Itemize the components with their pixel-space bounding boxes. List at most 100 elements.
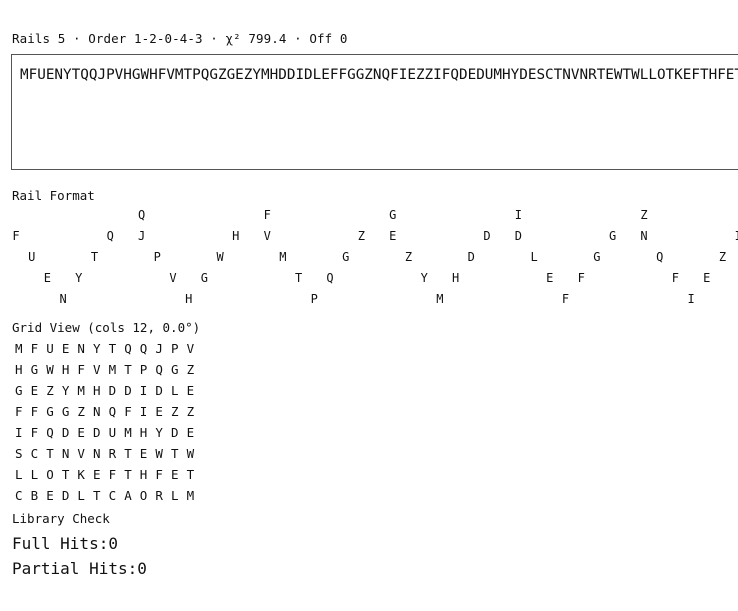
- rail-char: F: [263, 208, 271, 222]
- rail-char: D: [467, 250, 475, 264]
- grid-cell: K: [77, 467, 85, 482]
- rail-char: W: [216, 250, 224, 264]
- grid-cell: P: [139, 362, 148, 377]
- grid-cell: D: [155, 383, 163, 398]
- rail-char: G: [593, 250, 601, 264]
- grid-cell: N: [93, 404, 101, 419]
- rail-char: G: [342, 250, 350, 264]
- grid-cell: Z: [46, 383, 54, 398]
- grid-cell: R: [108, 446, 117, 461]
- grid-cell: W: [46, 362, 54, 377]
- grid-cell: T: [61, 467, 70, 482]
- rail-char: E: [389, 229, 397, 243]
- grid-view-heading: Grid View (cols 12, 0.0°): [12, 320, 201, 335]
- grid-cell: F: [155, 467, 163, 482]
- rail-char: F: [577, 271, 585, 285]
- rail-char: H: [232, 229, 240, 243]
- rail-char: I: [732, 226, 738, 247]
- rail-char: H: [185, 292, 193, 306]
- grid-cell: E: [186, 383, 195, 398]
- grid-cell: O: [139, 488, 148, 503]
- grid-cell: D: [61, 488, 70, 503]
- grid-cell: Z: [186, 362, 195, 377]
- rail-char: E: [703, 271, 711, 285]
- rail-char: I: [687, 292, 695, 306]
- grid-cell: T: [124, 467, 132, 482]
- rail-char: M: [436, 292, 444, 306]
- grid-cell: E: [139, 446, 148, 461]
- grid-cell: U: [108, 425, 117, 440]
- grid-row: LLOTKEFTHFET: [11, 464, 198, 485]
- rail-char: V: [263, 229, 271, 243]
- grid-cell: T: [170, 446, 179, 461]
- grid-cell: C: [30, 446, 39, 461]
- grid-cell: G: [30, 362, 39, 377]
- grid-row: SCTNVNRTEWTW: [11, 443, 198, 464]
- grid-cell: M: [186, 488, 195, 503]
- rail-char: Q: [326, 271, 334, 285]
- rail-char: J: [137, 229, 146, 243]
- grid-cell: E: [93, 467, 101, 482]
- rail-char: D: [514, 229, 522, 243]
- grid-cell: G: [61, 404, 70, 419]
- rail-char: L: [530, 250, 538, 264]
- grid-cell: E: [186, 425, 195, 440]
- rail-char: P: [310, 292, 318, 306]
- grid-cell: T: [124, 446, 132, 461]
- grid-row: IFQDEDUMHYDE: [11, 422, 198, 443]
- grid-cell: H: [139, 425, 148, 440]
- grid-row: FFGGZNQFIEZZ: [11, 401, 198, 422]
- grid-cell: L: [30, 467, 39, 482]
- rail-char: G: [389, 208, 397, 222]
- grid-cell: E: [46, 488, 54, 503]
- grid-cell: D: [124, 383, 132, 398]
- rail-char: M: [279, 250, 287, 264]
- grid-cell: I: [139, 404, 148, 419]
- rail-char: E: [43, 271, 51, 285]
- grid-cell: W: [186, 446, 195, 461]
- rail-char: G: [608, 229, 617, 243]
- grid-cell: S: [15, 446, 23, 461]
- rail-char: E: [546, 271, 554, 285]
- ciphertext-input[interactable]: MFUENYTQQJPVHGWHFVMTPQGZGEZYMHDDIDLEFFGG…: [11, 54, 738, 170]
- grid-cell: E: [155, 404, 163, 419]
- grid-row: CBEDLTCAORLM: [11, 485, 198, 506]
- rail-char: F: [12, 229, 20, 243]
- status-line: Rails 5 · Order 1-2-0-4-3 · χ² 799.4 · O…: [12, 31, 348, 46]
- grid-cell: M: [108, 362, 117, 377]
- grid-cell: H: [93, 383, 101, 398]
- partial-hits-label: Partial Hits:: [12, 559, 138, 578]
- grid-cell: F: [30, 404, 39, 419]
- grid-view: MFUENYTQQJPVHGWHFVMTPQGZGEZYMHDDIDLEFFGG…: [11, 338, 198, 506]
- grid-cell: Q: [124, 341, 132, 356]
- grid-cell: F: [30, 341, 39, 356]
- rail-char: N: [640, 229, 648, 243]
- rail-char: Z: [404, 250, 413, 264]
- grid-cell: U: [46, 341, 54, 356]
- grid-cell: B: [30, 488, 39, 503]
- rail-char: N: [59, 292, 67, 306]
- rail-char: Y: [420, 271, 428, 285]
- grid-cell: Q: [139, 341, 148, 356]
- grid-cell: N: [61, 446, 70, 461]
- grid-cell: M: [124, 425, 132, 440]
- grid-cell: D: [93, 425, 101, 440]
- grid-cell: I: [139, 383, 148, 398]
- grid-cell: L: [77, 488, 85, 503]
- ciphertext-value: MFUENYTQQJPVHGWHFVMTPQGZGEZYMHDDIDLEFFGG…: [20, 67, 738, 83]
- full-hits-label: Full Hits:: [12, 534, 109, 553]
- grid-cell: Y: [155, 425, 163, 440]
- rail-char: Z: [718, 250, 727, 264]
- rail-char: Z: [357, 229, 365, 243]
- rail-char: Z: [640, 208, 648, 222]
- grid-row: GEZYMHDDIDLE: [11, 380, 198, 401]
- grid-cell: E: [77, 425, 85, 440]
- grid-cell: E: [170, 467, 179, 482]
- grid-cell: V: [77, 446, 85, 461]
- grid-cell: M: [15, 341, 23, 356]
- rail-char: Q: [137, 208, 146, 222]
- grid-cell: J: [155, 341, 163, 356]
- grid-cell: D: [108, 383, 117, 398]
- grid-cell: C: [108, 488, 117, 503]
- rail-format-heading: Rail Format: [12, 188, 95, 203]
